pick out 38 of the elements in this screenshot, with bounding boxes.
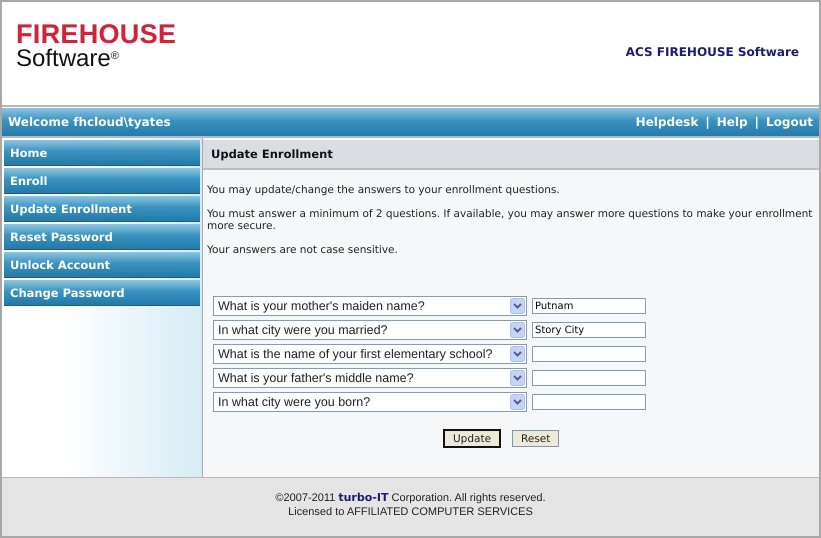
answer-field[interactable] <box>532 370 646 386</box>
nav-item[interactable]: Enroll <box>4 168 200 194</box>
answer-field[interactable]: Putnam <box>532 298 646 314</box>
question-dropdown[interactable]: What is your father's middle name? <box>213 368 527 388</box>
caret-icon <box>510 394 525 410</box>
header-link[interactable]: Logout <box>766 115 813 129</box>
nav-item[interactable]: Reset Password <box>4 224 200 250</box>
caret-icon <box>510 298 525 314</box>
header-link[interactable]: Helpdesk <box>636 115 698 129</box>
page-title: Update Enrollment <box>203 140 819 170</box>
logo-subtitle: Software$^{®}$ <box>16 47 120 71</box>
reset-button[interactable]: Reset <box>512 430 560 447</box>
product-name: ACS FIREHOUSE Software <box>626 45 799 59</box>
license-text: Licensed to AFFILIATED COMPUTER SERVICES <box>288 505 533 519</box>
answer-field[interactable] <box>532 346 646 362</box>
nav-item[interactable]: Home <box>4 140 200 166</box>
link-separator: | <box>705 115 710 129</box>
instruction-text: Your answers are not case sensitive. <box>207 244 399 256</box>
answer-field[interactable]: Story City <box>532 322 646 338</box>
nav-item[interactable]: Update Enrollment <box>4 196 200 222</box>
question-dropdown[interactable]: In what city were you born? <box>213 392 527 412</box>
question-dropdown[interactable]: What is your mother's maiden name? <box>213 296 527 316</box>
caret-icon <box>510 370 525 386</box>
question-dropdown[interactable]: What is the name of your first elementary school? <box>213 344 527 364</box>
link-separator: | <box>754 115 759 129</box>
caret-icon <box>510 322 525 338</box>
update-button[interactable]: Update <box>444 430 500 447</box>
instruction-text: You must answer a minimum of 2 questions. If available, you may answer more questions to make your enrollment more secure. <box>207 208 814 232</box>
copyright-text: ©2007-2011 turbo-IT Corporation. All rights reserved. <box>275 491 546 505</box>
logo-wordmark: FIREHOUSE <box>16 22 176 47</box>
answer-field[interactable] <box>532 394 646 410</box>
caret-icon <box>510 346 525 362</box>
header-link[interactable]: Help <box>716 115 748 129</box>
question-dropdown[interactable]: In what city were you married? <box>213 320 527 340</box>
nav-item[interactable]: Unlock Account <box>4 252 200 278</box>
nav-item[interactable]: Change Password <box>4 280 200 306</box>
instruction-text: You may update/change the answers to your enrollment questions. <box>207 184 561 196</box>
welcome-text: Welcome fhcloud\tyates <box>8 115 171 129</box>
